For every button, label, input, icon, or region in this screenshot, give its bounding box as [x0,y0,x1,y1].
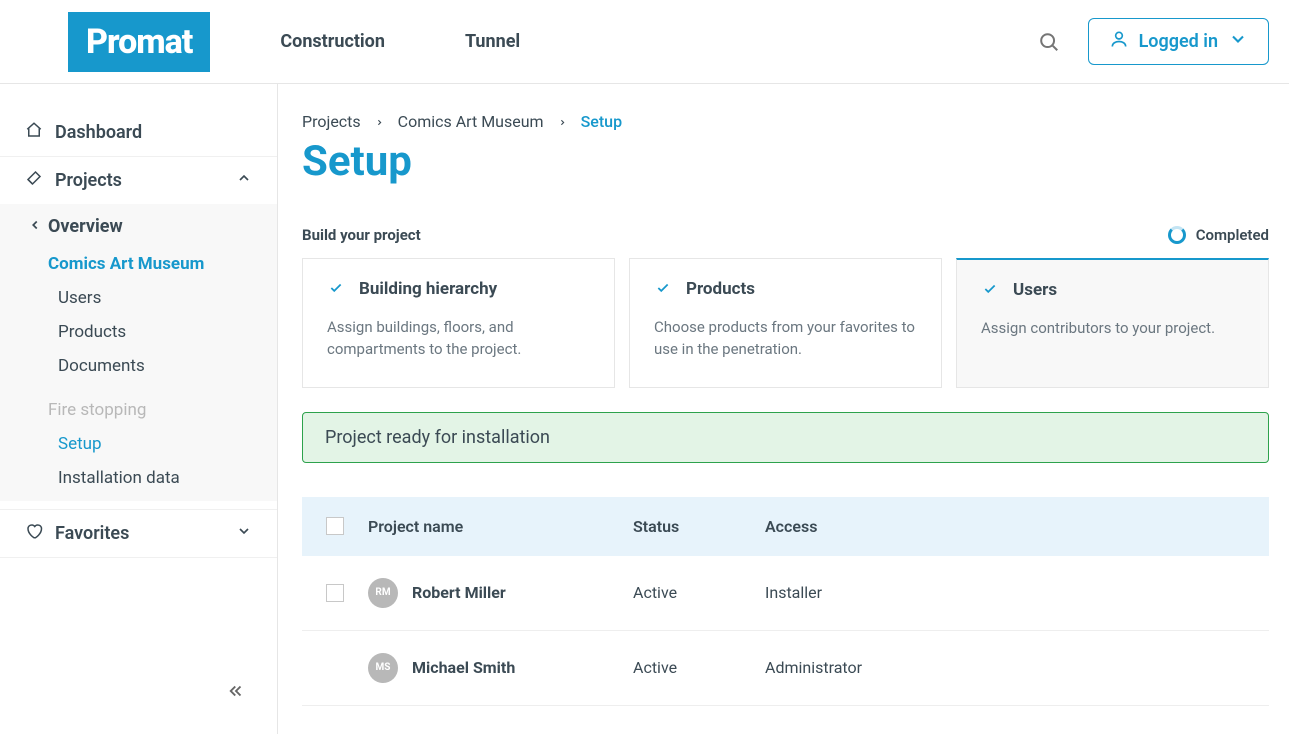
chevron-right-icon [558,112,567,131]
logged-in-button[interactable]: Logged in [1088,18,1269,65]
sidebar-item-projects[interactable]: Projects [0,157,277,204]
sidebar-item-dashboard[interactable]: Dashboard [0,109,277,157]
breadcrumb-projects[interactable]: Projects [302,112,361,131]
overview-label: Overview [48,216,123,237]
sidebar-item-documents[interactable]: Documents [0,349,277,383]
completed-label: Completed [1196,226,1269,244]
chevron-left-icon [28,216,42,237]
progress-spinner-icon [1168,226,1186,244]
dashboard-label: Dashboard [55,122,142,143]
page-title: Setup [302,137,1269,186]
subtitle: Build your project [302,226,421,244]
chevron-right-icon [375,112,384,131]
card-desc: Assign buildings, floors, and compartmen… [327,317,590,361]
header: Promat Construction Tunnel Logged in [0,0,1289,84]
card-desc: Assign contributors to your project. [981,318,1244,340]
sidebar-projects-sub: Overview Comics Art Museum Users Product… [0,204,277,501]
sidebar-item-fire-stopping: Fire stopping [0,393,277,427]
header-access: Access [765,517,1245,536]
row-access: Administrator [765,658,1245,677]
tools-icon [25,169,43,192]
heart-icon [25,522,43,545]
sidebar: Dashboard Projects Overview Comics Art M… [0,84,278,734]
row-access: Installer [765,583,1245,602]
check-icon [327,280,345,299]
card-desc: Choose products from your favorites to u… [654,317,917,361]
row-status: Active [633,658,765,677]
row-status: Active [633,583,765,602]
collapse-sidebar-icon[interactable] [225,682,247,704]
sidebar-item-installation-data[interactable]: Installation data [0,461,277,495]
check-icon [981,281,999,300]
main: Projects Comics Art Museum Setup Setup B… [278,84,1289,734]
nav-construction[interactable]: Construction [280,31,385,52]
completed-badge: Completed [1168,226,1269,244]
chevron-up-icon [236,170,252,191]
home-icon [25,121,43,144]
row-name: Robert Miller [412,583,506,602]
header-name: Project name [368,517,633,536]
table-header-row: Project name Status Access [302,497,1269,556]
sidebar-item-comics[interactable]: Comics Art Museum [0,247,277,281]
row-checkbox[interactable] [326,584,344,602]
table-row[interactable]: RM Robert Miller Active Installer [302,556,1269,631]
row-name: Michael Smith [412,658,515,677]
avatar: MS [368,653,398,683]
select-all-checkbox[interactable] [326,517,344,535]
card-title: Users [1013,280,1057,300]
sidebar-item-setup[interactable]: Setup [0,427,277,461]
projects-label: Projects [55,170,122,191]
card-title: Building hierarchy [359,279,497,299]
user-icon [1109,29,1129,54]
check-icon [654,280,672,299]
logged-in-label: Logged in [1139,31,1218,52]
breadcrumb-comics[interactable]: Comics Art Museum [398,112,544,131]
table-row[interactable]: MS Michael Smith Active Administrator [302,631,1269,706]
chevron-down-icon [236,523,252,544]
search-icon[interactable] [1038,31,1060,53]
sidebar-overview[interactable]: Overview [0,204,277,247]
card-products[interactable]: Products Choose products from your favor… [629,258,942,388]
breadcrumb: Projects Comics Art Museum Setup [302,112,1269,131]
card-title: Products [686,279,755,299]
card-users[interactable]: Users Assign contributors to your projec… [956,258,1269,388]
sidebar-item-products[interactable]: Products [0,315,277,349]
avatar: RM [368,578,398,608]
ready-banner: Project ready for installation [302,412,1269,463]
sidebar-item-favorites[interactable]: Favorites [0,509,277,558]
breadcrumb-current: Setup [581,112,622,131]
top-nav: Construction Tunnel [280,31,520,52]
users-table: Project name Status Access RM Robert Mil… [302,497,1269,706]
logo[interactable]: Promat [68,12,210,72]
nav-tunnel[interactable]: Tunnel [465,31,520,52]
chevron-down-icon [1228,29,1248,54]
card-building-hierarchy[interactable]: Building hierarchy Assign buildings, flo… [302,258,615,388]
sidebar-item-users[interactable]: Users [0,281,277,315]
favorites-label: Favorites [55,523,129,544]
setup-cards: Building hierarchy Assign buildings, flo… [302,258,1269,388]
header-status: Status [633,517,765,536]
